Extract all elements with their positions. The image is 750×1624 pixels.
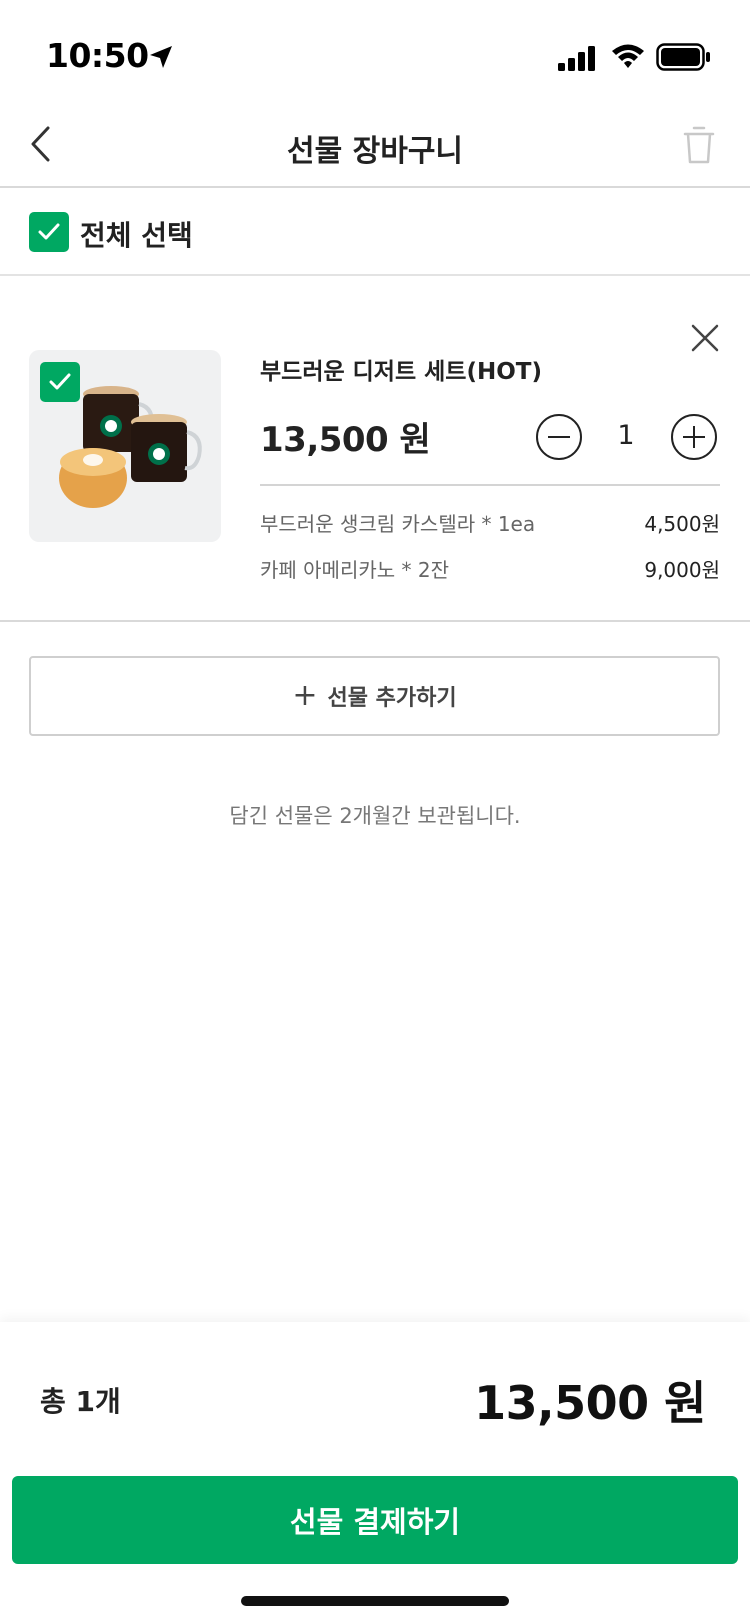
add-gift-button[interactable]: + 선물 추가하기 [29, 656, 720, 736]
remove-item-icon[interactable] [690, 323, 720, 353]
checkout-button[interactable]: 선물 결제하기 [12, 1476, 738, 1564]
header: 선물 장바구니 [0, 110, 750, 188]
plus-icon: + [292, 678, 318, 713]
checkmark-icon [49, 373, 71, 390]
cellular-signal-icon [558, 46, 595, 71]
wifi-icon [612, 44, 644, 68]
trash-icon[interactable] [682, 124, 716, 166]
total-amount: 13,500 원 [474, 1376, 706, 1430]
select-all-checkbox[interactable] [29, 212, 69, 252]
item-divider [260, 484, 720, 486]
page-title: 선물 장바구니 [286, 134, 464, 169]
add-gift-label: 선물 추가하기 [327, 686, 457, 711]
option-price: 4,500원 [644, 512, 720, 536]
quantity-value: 1 [617, 420, 635, 451]
status-time: 10:50 [46, 36, 149, 75]
select-all-row[interactable]: 전체 선택 [0, 190, 750, 276]
option-price: 9,000원 [644, 558, 720, 582]
total-count: 총 1개 [40, 1385, 121, 1418]
option-row: 부드러운 생크림 카스텔라 * 1ea 4,500원 [260, 508, 720, 538]
location-arrow-icon [150, 46, 172, 68]
option-name: 부드러운 생크림 카스텔라 * 1ea [260, 512, 536, 536]
status-bar: 10:50 [0, 0, 750, 110]
quantity-increase-button[interactable] [670, 413, 718, 461]
checkmark-icon [38, 223, 60, 240]
home-indicator [241, 1596, 509, 1606]
checkout-footer: 총 1개 13,500 원 선물 결제하기 [0, 1322, 750, 1624]
select-all-label: 전체 선택 [80, 219, 193, 252]
option-row: 카페 아메리카노 * 2잔 9,000원 [260, 554, 720, 584]
battery-icon [656, 43, 710, 71]
product-price: 13,500 원 [260, 420, 431, 460]
storage-note: 담긴 선물은 2개월간 보관됩니다. [229, 804, 521, 828]
product-image [29, 350, 221, 542]
quantity-decrease-button[interactable] [535, 413, 583, 461]
cart-item: 부드러운 디저트 세트(HOT) 13,500 원 1 부드러운 생크림 카스텔… [0, 278, 750, 622]
item-checkbox[interactable] [40, 362, 80, 402]
option-name: 카페 아메리카노 * 2잔 [260, 558, 449, 582]
product-name: 부드러운 디저트 세트(HOT) [260, 359, 542, 385]
